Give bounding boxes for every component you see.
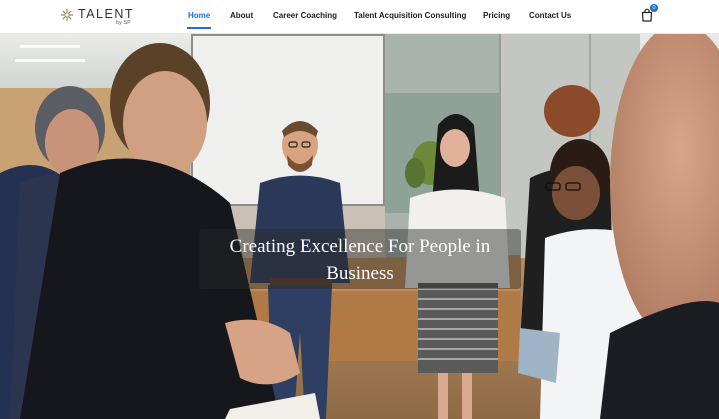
nav-item-about[interactable]: About bbox=[230, 11, 253, 20]
hero-headline: Creating Excellence For People in Busine… bbox=[229, 236, 491, 284]
site-header: TALENT by SP Home About Career Coaching … bbox=[0, 0, 719, 34]
brand-sub: by SP bbox=[116, 20, 131, 26]
nav-item-career-coaching[interactable]: Career Coaching bbox=[273, 11, 337, 20]
nav-item-pricing[interactable]: Pricing bbox=[483, 11, 510, 20]
brand-mark-icon bbox=[61, 9, 73, 21]
active-nav-indicator bbox=[187, 27, 211, 29]
hero-photo bbox=[0, 33, 719, 419]
nav-item-contact-us[interactable]: Contact Us bbox=[529, 11, 571, 20]
nav-item-talent-acquisition-consulting[interactable]: Talent Acquisition Consulting bbox=[354, 11, 466, 20]
brand-logo[interactable]: TALENT by SP bbox=[60, 6, 134, 28]
hero-section: Creating Excellence For People in Busine… bbox=[0, 33, 719, 419]
nav-item-home[interactable]: Home bbox=[188, 11, 210, 20]
cart-count-badge: 0 bbox=[650, 4, 658, 12]
